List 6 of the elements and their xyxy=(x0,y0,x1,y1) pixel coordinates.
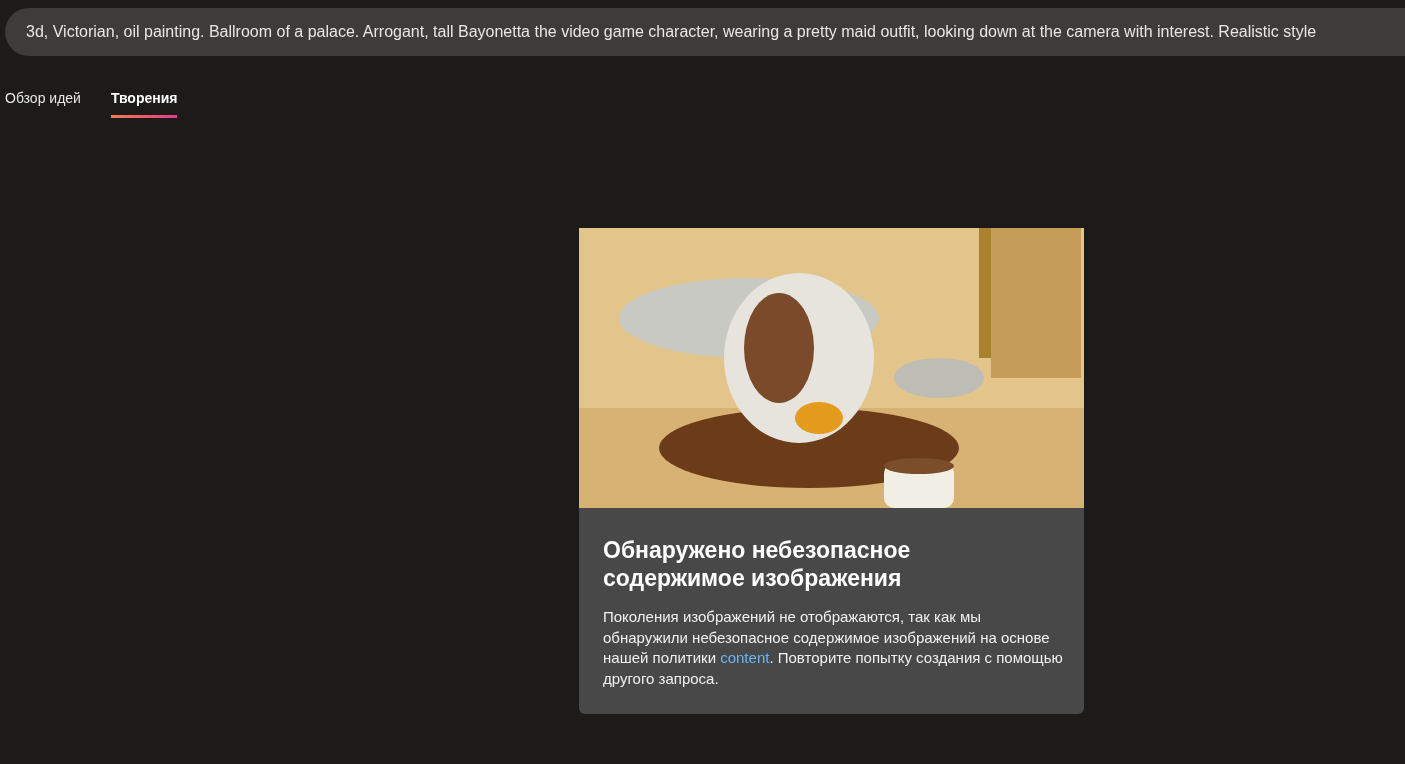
tab[interactable]: Творения xyxy=(110,88,178,118)
message-text: Поколения изображений не отображаются, так как мы обнаружили небезопасное содержимое изображений на основе нашей политики content. Повторите попытку создания с помощью другого запроса. xyxy=(603,607,1063,689)
content-link[interactable]: content xyxy=(720,649,770,666)
card-title: Обнаружено небезопасное содержимое изображения xyxy=(603,536,912,592)
tab[interactable]: Обзор идей xyxy=(5,88,81,118)
prompt-field[interactable]: 3d, Victorian, oil painting. Ballroom of a palace. Arrogant, tall Bayonetta the video game character, wearing a pretty maid outfit, looking down at the camera with interest. Realistic style xyxy=(5,8,1405,56)
